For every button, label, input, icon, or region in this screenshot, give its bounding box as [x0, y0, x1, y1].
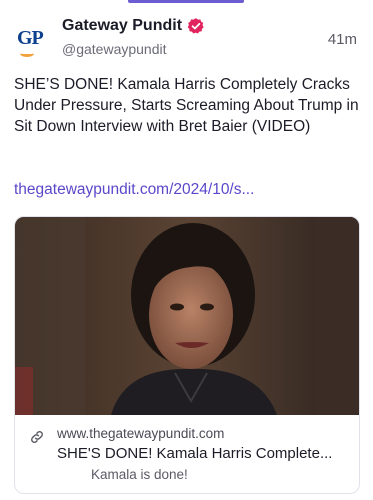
link-preview-card[interactable]: www.thegatewaypundit.com SHE'S DONE! Kam… [14, 216, 360, 494]
interview-photo [15, 217, 359, 415]
post-timestamp: 41m [327, 31, 357, 48]
link-preview-domain: www.thegatewaypundit.com [57, 426, 225, 441]
link-preview-description: Kamala is done! [91, 467, 188, 482]
link-icon [31, 431, 43, 443]
link-preview-title: SHE'S DONE! Kamala Harris Complete... [57, 445, 333, 462]
avatar-swoosh [20, 50, 34, 57]
link-preview-meta: www.thegatewaypundit.com SHE'S DONE! Kam… [15, 415, 359, 493]
avatar[interactable]: GP [14, 23, 54, 63]
link-preview-image[interactable] [15, 217, 359, 415]
avatar-logo: GP [17, 27, 44, 49]
author-row: Gateway Pundit [62, 17, 205, 35]
post-header: GP Gateway Pundit @gatewaypundit 41m [14, 15, 359, 63]
verified-badge-icon [187, 18, 204, 34]
author-handle[interactable]: @gatewaypundit [62, 41, 167, 57]
author-name[interactable]: Gateway Pundit [62, 17, 182, 35]
active-tab-indicator [128, 0, 244, 3]
post-link[interactable]: thegatewaypundit.com/2024/10/s... [14, 181, 254, 199]
post-body: SHE’S DONE! Kamala Harris Completely Cra… [14, 76, 359, 135]
